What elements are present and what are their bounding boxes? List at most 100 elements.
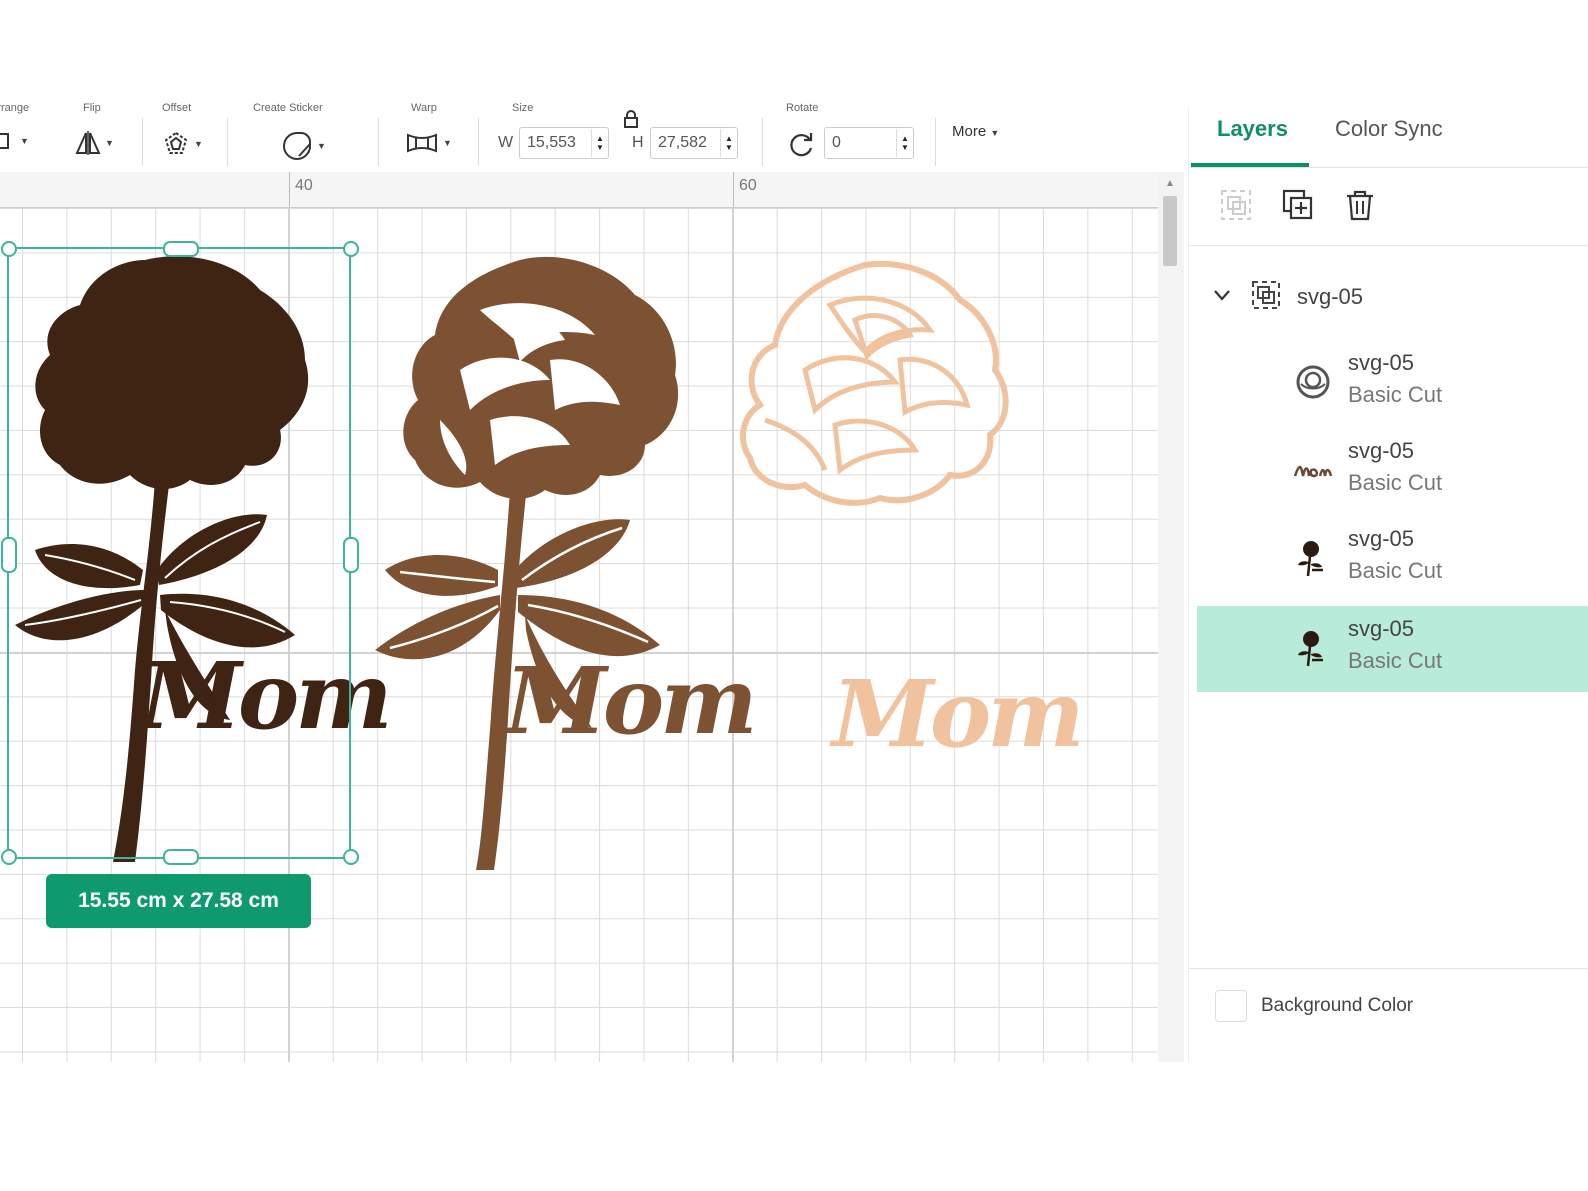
brown-mom-text[interactable]: Mom — [505, 647, 758, 755]
rose-outline-thumbnail — [1296, 365, 1330, 399]
layer-item[interactable]: svg-05 Basic Cut — [1197, 340, 1588, 426]
resize-handle-left[interactable] — [1, 537, 17, 573]
chevron-down-icon[interactable] — [1213, 288, 1231, 302]
arrange-group: Arrange ▼ — [0, 102, 40, 170]
sticker-label: Create Sticker — [253, 102, 323, 114]
background-color-row[interactable]: Background Color — [1215, 990, 1413, 1022]
layer-item-selected[interactable]: svg-05 Basic Cut — [1197, 606, 1588, 692]
warp-button[interactable]: ▼ — [405, 130, 452, 156]
flip-icon — [75, 131, 101, 155]
duplicate-icon[interactable] — [1281, 188, 1315, 222]
background-color-swatch[interactable] — [1215, 990, 1247, 1022]
selection-box[interactable] — [1, 241, 359, 865]
resize-handle-bottom[interactable] — [163, 849, 199, 865]
peach-mom-text[interactable]: Mom — [832, 660, 1085, 768]
layer-item[interactable]: svg-05 Basic Cut — [1197, 516, 1588, 602]
offset-button[interactable]: ▼ — [162, 130, 203, 158]
offset-label: Offset — [162, 102, 192, 114]
design-canvas[interactable]: 40 60 Mom Mom Mom 15.55 cm x 27.58 cm — [0, 172, 1158, 1062]
rotate-handle[interactable] — [343, 241, 359, 257]
tab-layers[interactable]: Layers — [1217, 116, 1288, 142]
sticker-icon — [283, 132, 311, 160]
rose-thumbnail — [1298, 541, 1323, 577]
ruler-label-60: 60 — [739, 177, 757, 194]
caret-icon: ▼ — [317, 141, 326, 151]
horizontal-ruler: 40 60 — [0, 172, 1158, 208]
ruler-label-40: 40 — [295, 177, 313, 194]
tab-color-sync[interactable]: Color Sync — [1335, 116, 1443, 142]
toolbar-divider — [935, 118, 936, 166]
layer-group-row[interactable]: svg-05 — [1189, 276, 1588, 320]
group-name: svg-05 — [1297, 284, 1364, 309]
flip-label: Flip — [83, 102, 101, 114]
rotate-group: Rotate 0 ▲ ▼ — [786, 102, 916, 170]
sticker-button[interactable]: ▼ — [281, 130, 326, 162]
arrange-button[interactable]: ▼ — [0, 130, 29, 152]
height-value: 27,582 — [658, 134, 707, 151]
toolbar-divider — [142, 118, 143, 166]
resize-handle-top[interactable] — [163, 241, 199, 257]
arrange-label: Arrange — [0, 102, 30, 114]
width-stepper[interactable]: ▲ ▼ — [591, 129, 608, 157]
ruler-tick — [289, 172, 290, 207]
toolbar-divider — [227, 118, 228, 166]
caret-icon: ▼ — [105, 138, 114, 148]
rotate-label: Rotate — [786, 102, 819, 114]
layer-operation: Basic Cut — [1348, 648, 1443, 673]
resize-handle-right[interactable] — [343, 537, 359, 573]
more-button[interactable]: More ▼ — [952, 123, 999, 140]
layer-item[interactable]: svg-05 Basic Cut — [1197, 428, 1588, 514]
divider — [1189, 167, 1588, 168]
resize-handle-bottom-right[interactable] — [343, 849, 359, 865]
rotate-input[interactable]: 0 ▲ ▼ — [824, 127, 914, 159]
scroll-thumb[interactable] — [1163, 196, 1177, 266]
flip-button[interactable]: ▼ — [75, 130, 114, 156]
layer-operation: Basic Cut — [1348, 382, 1443, 407]
background-color-label: Background Color — [1261, 995, 1414, 1016]
rotate-stepper[interactable]: ▲ ▼ — [896, 129, 913, 157]
arrange-icon — [0, 133, 9, 149]
ruler-tick — [733, 172, 734, 207]
canvas-scrollbar[interactable]: ▲ — [1158, 172, 1184, 1062]
toolbar-divider — [762, 118, 763, 166]
layer-name: svg-05 — [1348, 616, 1415, 641]
scroll-up-icon[interactable]: ▲ — [1165, 178, 1175, 189]
size-group: Size W 15,553 ▲ ▼ H 27,582 ▲ ▼ — [498, 102, 748, 170]
height-stepper[interactable]: ▲ ▼ — [720, 129, 737, 157]
more-label: More — [952, 123, 987, 140]
caret-icon: ▼ — [990, 128, 1000, 138]
layer-operation: Basic Cut — [1348, 558, 1443, 583]
layer-name: svg-05 — [1348, 526, 1415, 551]
edit-toolbar: Arrange ▼ Flip ▼ Offset ▼ Create Sticker… — [0, 102, 1180, 170]
grid-major-line — [732, 207, 734, 1062]
resize-handle-top-left[interactable] — [1, 241, 17, 257]
rose-thumbnail — [1298, 631, 1323, 667]
height-input[interactable]: 27,582 ▲ ▼ — [650, 127, 738, 159]
offset-icon — [164, 131, 188, 154]
caret-icon: ▼ — [194, 139, 203, 149]
group-icon — [1252, 281, 1280, 309]
width-value: 15,553 — [527, 134, 576, 151]
warp-group: Warp ▼ — [405, 102, 465, 170]
resize-handle-bottom-left[interactable] — [1, 849, 17, 865]
sticker-group: Create Sticker ▼ — [253, 102, 363, 170]
trash-icon[interactable] — [1343, 188, 1377, 222]
size-label: Size — [512, 102, 534, 114]
width-input[interactable]: 15,553 ▲ ▼ — [519, 127, 609, 159]
peach-rose-outline-art[interactable] — [735, 260, 1020, 510]
layers-panel: Layers Color Sync svg-05 svg-05 Basic Cu… — [1188, 108, 1588, 1062]
layer-name: svg-05 — [1348, 438, 1415, 463]
lock-icon[interactable] — [622, 110, 640, 128]
divider — [1189, 245, 1588, 246]
group-icon[interactable] — [1219, 188, 1253, 222]
toolbar-divider — [378, 118, 379, 166]
brown-rose-art[interactable] — [370, 250, 690, 870]
height-prefix: H — [632, 134, 644, 151]
offset-group: Offset ▼ — [162, 102, 212, 170]
warp-icon — [407, 133, 437, 153]
warp-label: Warp — [411, 102, 437, 114]
rotate-value: 0 — [832, 134, 841, 151]
rotate-icon[interactable] — [788, 130, 816, 158]
layer-name: svg-05 — [1348, 350, 1415, 375]
caret-icon: ▼ — [443, 138, 452, 148]
